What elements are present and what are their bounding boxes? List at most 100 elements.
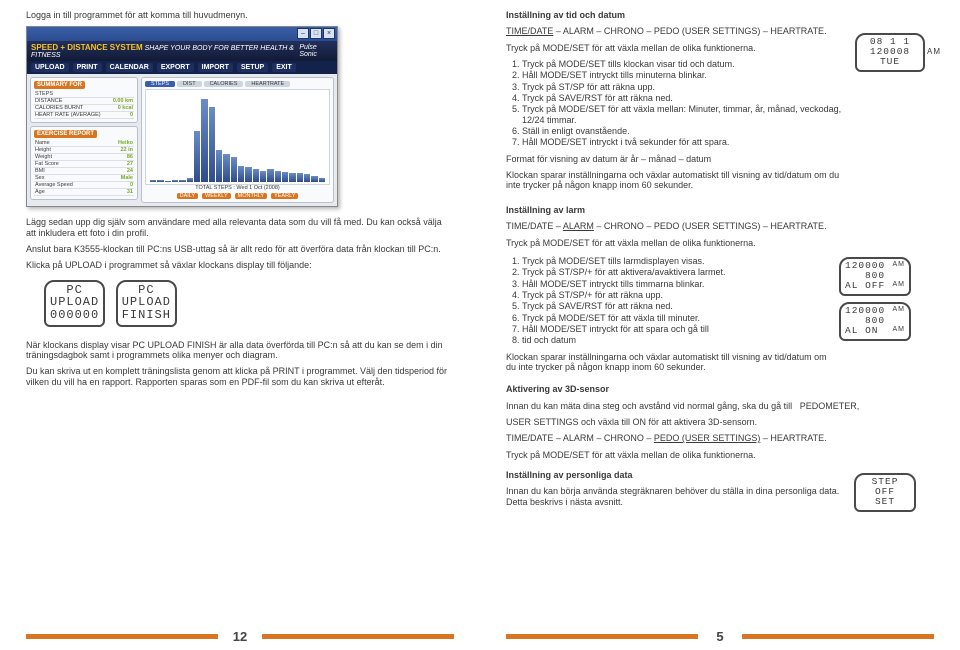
tb-upload[interactable]: UPLOAD <box>31 63 69 72</box>
foot-monthly[interactable]: MONTHLY <box>235 193 267 199</box>
lcd-alarm-on: 120000AM 800 AL ONAM <box>839 302 911 341</box>
chart-bar <box>282 172 288 182</box>
chart-bar <box>165 181 171 183</box>
tb-export[interactable]: EXPORT <box>157 63 194 72</box>
text: När klockans display visar PC UPLOAD FIN… <box>26 340 454 361</box>
chart-bar <box>194 131 200 183</box>
list-item: Tryck på MODE/SET för att växla till min… <box>522 313 835 323</box>
list-item: Tryck på ST/SP/+ för att räkna upp. <box>522 290 835 300</box>
steps-list: Tryck på MODE/SET tills klockan visar ti… <box>506 59 850 148</box>
table-row: BMI24 <box>34 168 134 175</box>
text: Format för visning av datum är år – måna… <box>506 154 850 164</box>
table-row: Fat Score27 <box>34 161 134 168</box>
lcd-upload-finish: PC UPLOAD FINISH <box>116 280 177 327</box>
text: USER SETTINGS och växla till ON för att … <box>506 417 934 427</box>
app-window: – □ × SPEED + DISTANCE SYSTEM SHAPE YOUR… <box>26 26 338 207</box>
chart-bar <box>304 174 310 183</box>
list-item: Håll MODE/SET intryckt tills timmarna bl… <box>522 279 835 289</box>
banner-brand: SPEED + DISTANCE SYSTEM <box>31 43 143 52</box>
tb-print[interactable]: PRINT <box>73 63 102 72</box>
list-item: Tryck på MODE/SET tills larmdisplayen vi… <box>522 256 835 266</box>
text: Tryck på MODE/SET för att växla mellan d… <box>506 238 934 248</box>
chart-bar <box>216 150 222 182</box>
list-item: tid och datum <box>522 335 835 345</box>
chart-bar <box>297 173 303 182</box>
text: Tryck på MODE/SET för att växla mellan d… <box>506 450 934 460</box>
chart-bar <box>275 171 281 183</box>
min-icon[interactable]: – <box>297 28 309 39</box>
chart-bar <box>150 180 156 182</box>
text: Innan du kan mäta dina steg och avstånd … <box>506 401 934 411</box>
chart-bar <box>172 180 178 182</box>
table-row: Average Speed0 <box>34 182 134 189</box>
am-label: AM <box>927 48 941 56</box>
table-row: CALORIES BURNT0 kcal <box>34 105 134 112</box>
footer-left: 12 <box>26 629 454 644</box>
chart-tab-steps[interactable]: STEPS <box>145 81 175 87</box>
section-title: Inställning av tid och datum <box>506 10 850 20</box>
lcd-clock: 08 1 1 120008 TUE AM <box>855 33 925 72</box>
chart-bar <box>209 107 215 182</box>
lcd-step-set: STEP OFF SET <box>854 473 916 512</box>
list-item: Tryck på MODE/SET för att växla mellan: … <box>522 104 850 125</box>
lcd-upload-progress: PC UPLOAD 000000 <box>44 280 105 327</box>
app-banner: SPEED + DISTANCE SYSTEM SHAPE YOUR BODY … <box>27 41 337 61</box>
text: Klicka på UPLOAD i programmet så växlar … <box>26 260 454 270</box>
page-number: 12 <box>218 629 262 644</box>
list-item: Ställ in enligt ovanstående. <box>522 126 850 136</box>
left-page: Logga in till programmet för att komma t… <box>0 0 480 650</box>
text: Innan du kan börja använda stegräknaren … <box>506 486 850 507</box>
list-item: Håll MODE/SET intryckt tills minuterna b… <box>522 70 850 80</box>
summary-panel: SUMMARY FOR STEPS DISTANCE0.00 km CALORI… <box>30 77 138 123</box>
tb-import[interactable]: IMPORT <box>198 63 233 72</box>
chart-tab-cal[interactable]: CALORIES <box>204 81 244 87</box>
tb-exit[interactable]: EXIT <box>272 63 296 72</box>
chart-bar <box>260 171 266 183</box>
list-item: Tryck på SAVE/RST för att räkna ned. <box>522 93 850 103</box>
list-item: Håll MODE/SET intryckt för att spara och… <box>522 324 835 334</box>
chart-bar <box>319 178 325 182</box>
section-title: Inställning av larm <box>506 205 934 215</box>
intro-text: Logga in till programmet för att komma t… <box>26 10 454 20</box>
foot-weekly[interactable]: WEEKLY <box>202 193 231 199</box>
chart-bar <box>289 173 295 183</box>
chart-bar <box>245 167 251 182</box>
text: Du kan skriva ut en komplett träningslis… <box>26 366 454 387</box>
list-item: Tryck på MODE/SET tills klockan visar ti… <box>522 59 850 69</box>
chart-tab-hr[interactable]: HEARTRATE <box>245 81 290 87</box>
mode-path: TIME/DATE – ALARM – CHRONO – PEDO (USER … <box>506 433 934 443</box>
table-row: Height22 in <box>34 147 134 154</box>
titlebar: – □ × <box>27 27 337 41</box>
table-row: Age31 <box>34 189 134 196</box>
chart-bar <box>187 178 193 183</box>
list-item: Tryck på ST/SP för att räkna upp. <box>522 82 850 92</box>
chart-bar <box>201 99 207 183</box>
list-item: Tryck på SAVE/RST för att räkna ned. <box>522 301 835 311</box>
list-item: Håll MODE/SET intryckt i två sekunder fö… <box>522 137 850 147</box>
text: Anslut bara K3555-klockan till PC:ns USB… <box>26 244 454 254</box>
text: Klockan sparar inställningarna och växla… <box>506 352 835 373</box>
page-number: 5 <box>698 629 742 644</box>
close-icon[interactable]: × <box>323 28 335 39</box>
chart-bar <box>253 169 259 182</box>
chart-panel: STEPS DIST CALORIES HEARTRATE TOTAL STEP… <box>141 77 334 203</box>
section-title: Inställning av personliga data <box>506 470 850 480</box>
exercise-title: EXERCISE REPORT <box>34 130 97 138</box>
chart-bar <box>223 154 229 182</box>
table-row: SexMale <box>34 175 134 182</box>
tb-calendar[interactable]: CALENDAR <box>106 63 153 72</box>
table-row: HEART RATE (AVERAGE)0 <box>34 112 134 119</box>
max-icon[interactable]: □ <box>310 28 322 39</box>
banner-logo: Pulse Sonic <box>299 44 333 58</box>
list-item: Tryck på ST/SP/+ för att aktivera/avakti… <box>522 267 835 277</box>
chart-tab-dist[interactable]: DIST <box>177 81 202 87</box>
chart-area <box>145 89 330 185</box>
exercise-panel: EXERCISE REPORT NameHeiko Height22 in We… <box>30 126 138 200</box>
summary-title: SUMMARY FOR <box>34 81 85 89</box>
foot-daily[interactable]: DAILY <box>177 193 199 199</box>
chart-bar <box>238 166 244 182</box>
foot-yearly[interactable]: YEARLY <box>271 193 298 199</box>
tb-setup[interactable]: SETUP <box>237 63 268 72</box>
text: Lägg sedan upp dig själv som användare m… <box>26 217 454 238</box>
mode-path: TIME/DATE – ALARM – CHRONO – PEDO (USER … <box>506 26 850 36</box>
